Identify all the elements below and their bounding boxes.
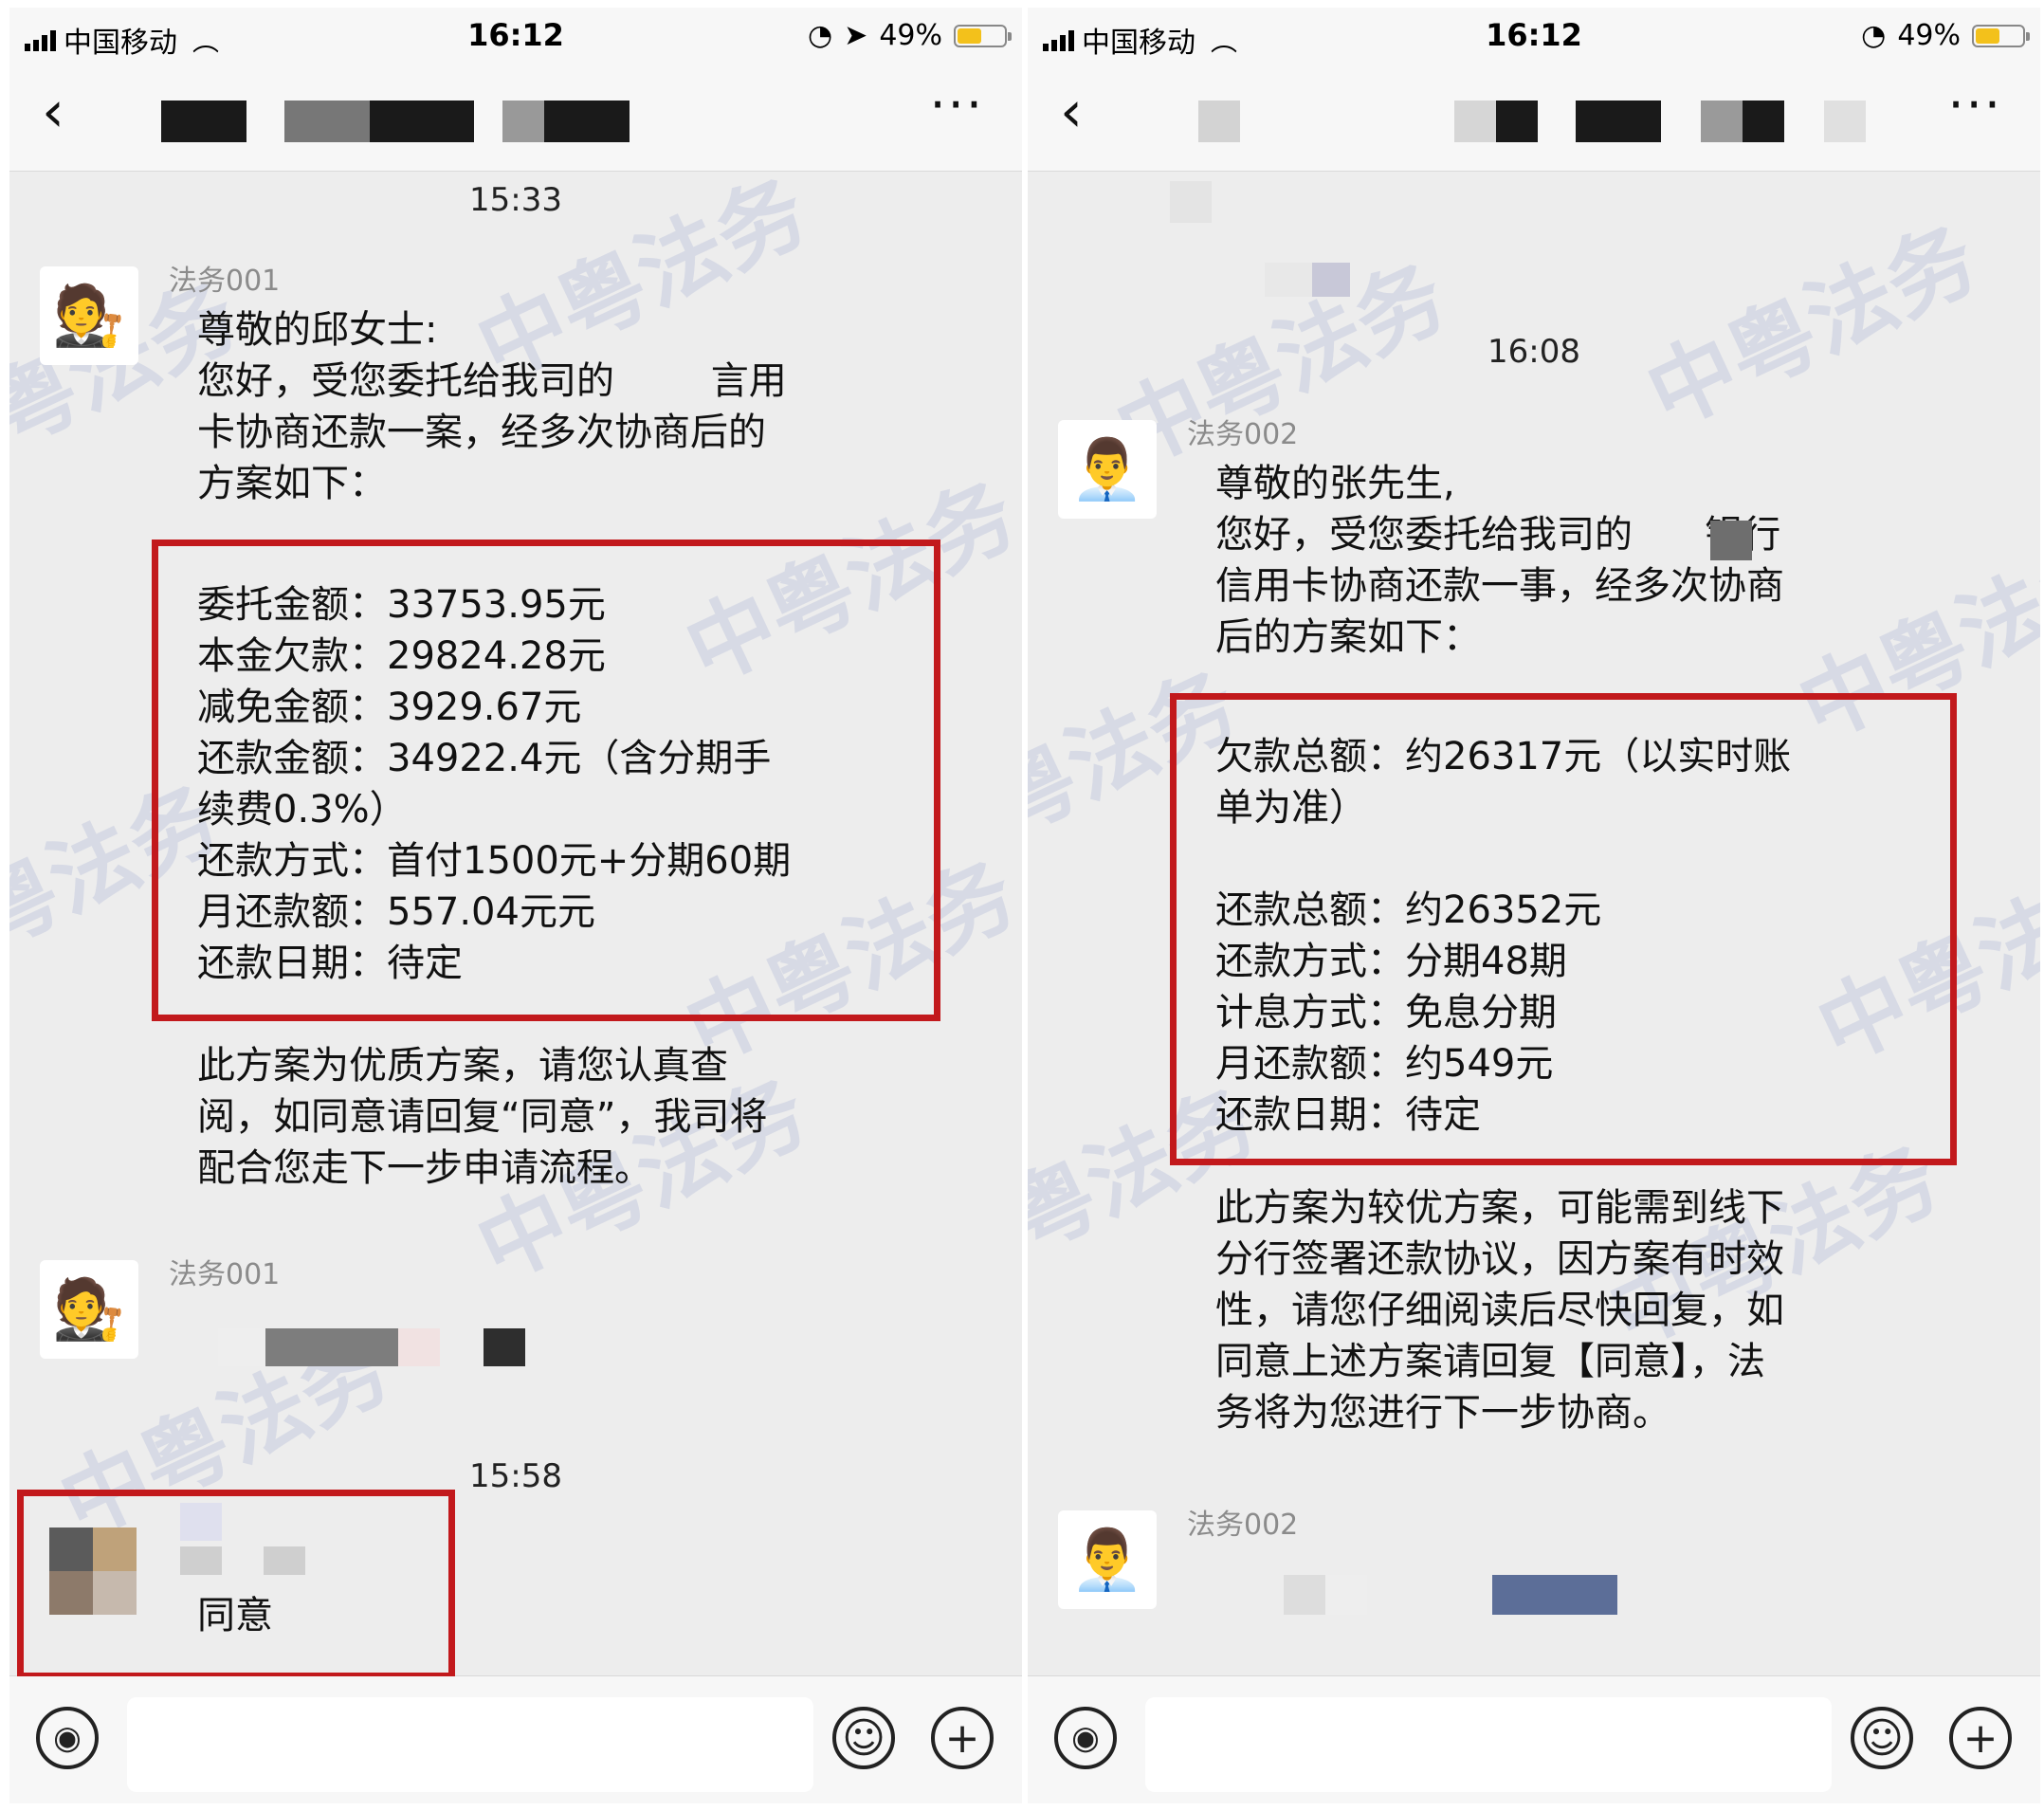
redacted-chat-title bbox=[1824, 101, 1866, 142]
sender-avatar[interactable]: 👨‍💼 bbox=[1058, 420, 1157, 519]
redacted-message bbox=[484, 1328, 525, 1366]
highlight-box bbox=[17, 1490, 455, 1676]
orientation-lock-icon: ◔ bbox=[1861, 19, 1887, 52]
redacted-chat-title bbox=[1496, 101, 1538, 142]
sender-avatar[interactable]: 👨‍💼 bbox=[1058, 1510, 1157, 1609]
redacted-message bbox=[1492, 1575, 1617, 1615]
sender-avatar[interactable]: 🧑‍⚖️ bbox=[40, 266, 138, 365]
nav-bar: ‹ ··· bbox=[9, 64, 1022, 172]
redacted-chat-title bbox=[1454, 101, 1496, 142]
plus-icon[interactable]: + bbox=[1949, 1707, 2012, 1769]
timestamp: 16:08 bbox=[1487, 333, 1580, 371]
input-bar: ◉ ☺ + bbox=[9, 1675, 1022, 1803]
redacted-chat-title bbox=[502, 101, 544, 142]
orientation-lock-icon: ◔ bbox=[807, 19, 833, 52]
redacted-message bbox=[1284, 1575, 1325, 1615]
redacted-message bbox=[1170, 181, 1212, 223]
redacted-message bbox=[1325, 1575, 1367, 1615]
redacted-message bbox=[398, 1328, 440, 1366]
battery-icon bbox=[954, 24, 1012, 47]
chat-area[interactable]: 中粤法务 中粤法务 中粤法务 中粤法务 中粤法务 中粤法务 中粤法务 16:08… bbox=[1028, 172, 2040, 1676]
redacted-chat-title bbox=[544, 101, 630, 142]
sender-avatar[interactable]: 🧑‍⚖️ bbox=[40, 1260, 138, 1359]
redacted-chat-title bbox=[1576, 101, 1661, 142]
input-bar: ◉ ☺ + bbox=[1028, 1675, 2040, 1803]
sender-name: 法务001 bbox=[169, 1258, 281, 1291]
redacted-message bbox=[265, 1328, 398, 1366]
left-chat-screenshot: 中国移动 ︵ 16:12 ◔ ➤ 49% ‹ ··· 中粤法务 中粤法务 中粤法… bbox=[9, 8, 1022, 1803]
redacted-chat-title bbox=[284, 101, 370, 142]
message-intro: 您好，受您委托给我司的 言用 卡协商还款一案，经多次协商后的 方案如下： bbox=[197, 359, 787, 505]
watermark: 中粤法务 bbox=[1633, 207, 1992, 448]
sender-name: 法务002 bbox=[1187, 418, 1299, 451]
more-icon[interactable]: ··· bbox=[930, 80, 985, 131]
sender-name: 法务001 bbox=[169, 265, 281, 298]
battery-percent: 49% bbox=[879, 19, 942, 52]
message-outro: 此方案为优质方案，请您认真查 阅，如同意请回复“同意”，我司将 配合您走下一步申… bbox=[197, 1044, 768, 1190]
message-greeting: 尊敬的邱女士: bbox=[197, 308, 438, 352]
battery-percent: 49% bbox=[1897, 19, 1961, 52]
redacted-message bbox=[218, 1328, 265, 1366]
timestamp: 15:33 bbox=[469, 181, 562, 219]
redacted-message bbox=[1312, 263, 1350, 297]
status-bar: 中国移动 ︵ 16:12 ◔ 49% bbox=[1028, 8, 2040, 64]
message-outro: 此方案为较优方案，可能需到线下 分行签署还款协议，因方案有时效 性，请您仔细阅读… bbox=[1215, 1186, 1784, 1435]
emoji-icon[interactable]: ☺ bbox=[832, 1707, 895, 1769]
location-icon: ➤ bbox=[844, 19, 868, 52]
status-bar: 中国移动 ︵ 16:12 ◔ ➤ 49% bbox=[9, 8, 1022, 64]
chat-area[interactable]: 中粤法务 中粤法务 中粤法务 中粤法务 中粤法务 中粤法务 中粤法务 15:33… bbox=[9, 172, 1022, 1676]
nav-bar: ‹ ··· bbox=[1028, 64, 2040, 172]
sender-name: 法务002 bbox=[1187, 1509, 1299, 1542]
redacted-chat-title bbox=[370, 101, 474, 142]
redacted-chat-title bbox=[1743, 101, 1784, 142]
highlight-box bbox=[152, 540, 940, 1021]
back-icon[interactable]: ‹ bbox=[1060, 83, 1083, 140]
emoji-icon[interactable]: ☺ bbox=[1851, 1707, 1913, 1769]
highlight-box bbox=[1170, 693, 1957, 1165]
plus-icon[interactable]: + bbox=[931, 1707, 994, 1769]
message-intro: 您好，受您委托给我司的 银行 信用卡协商还款一事，经多次协商 后的方案如下： bbox=[1215, 513, 1784, 659]
battery-icon bbox=[1972, 24, 2030, 47]
voice-icon[interactable]: ◉ bbox=[36, 1707, 99, 1769]
back-icon[interactable]: ‹ bbox=[42, 83, 64, 140]
redacted-bank-name bbox=[1710, 521, 1752, 560]
message-greeting: 尊敬的张先生, bbox=[1215, 462, 1455, 505]
redacted-chat-title bbox=[1701, 101, 1743, 142]
more-icon[interactable]: ··· bbox=[1948, 80, 2003, 131]
right-chat-screenshot: 中国移动 ︵ 16:12 ◔ 49% ‹ ··· 中粤法务 中粤法务 中粤法务 … bbox=[1028, 8, 2040, 1803]
redacted-chat-title bbox=[161, 101, 246, 142]
voice-icon[interactable]: ◉ bbox=[1054, 1707, 1117, 1769]
message-input[interactable] bbox=[1145, 1697, 1832, 1792]
redacted-message bbox=[1265, 263, 1312, 297]
message-input[interactable] bbox=[127, 1697, 813, 1792]
redacted-chat-title bbox=[1198, 101, 1240, 142]
